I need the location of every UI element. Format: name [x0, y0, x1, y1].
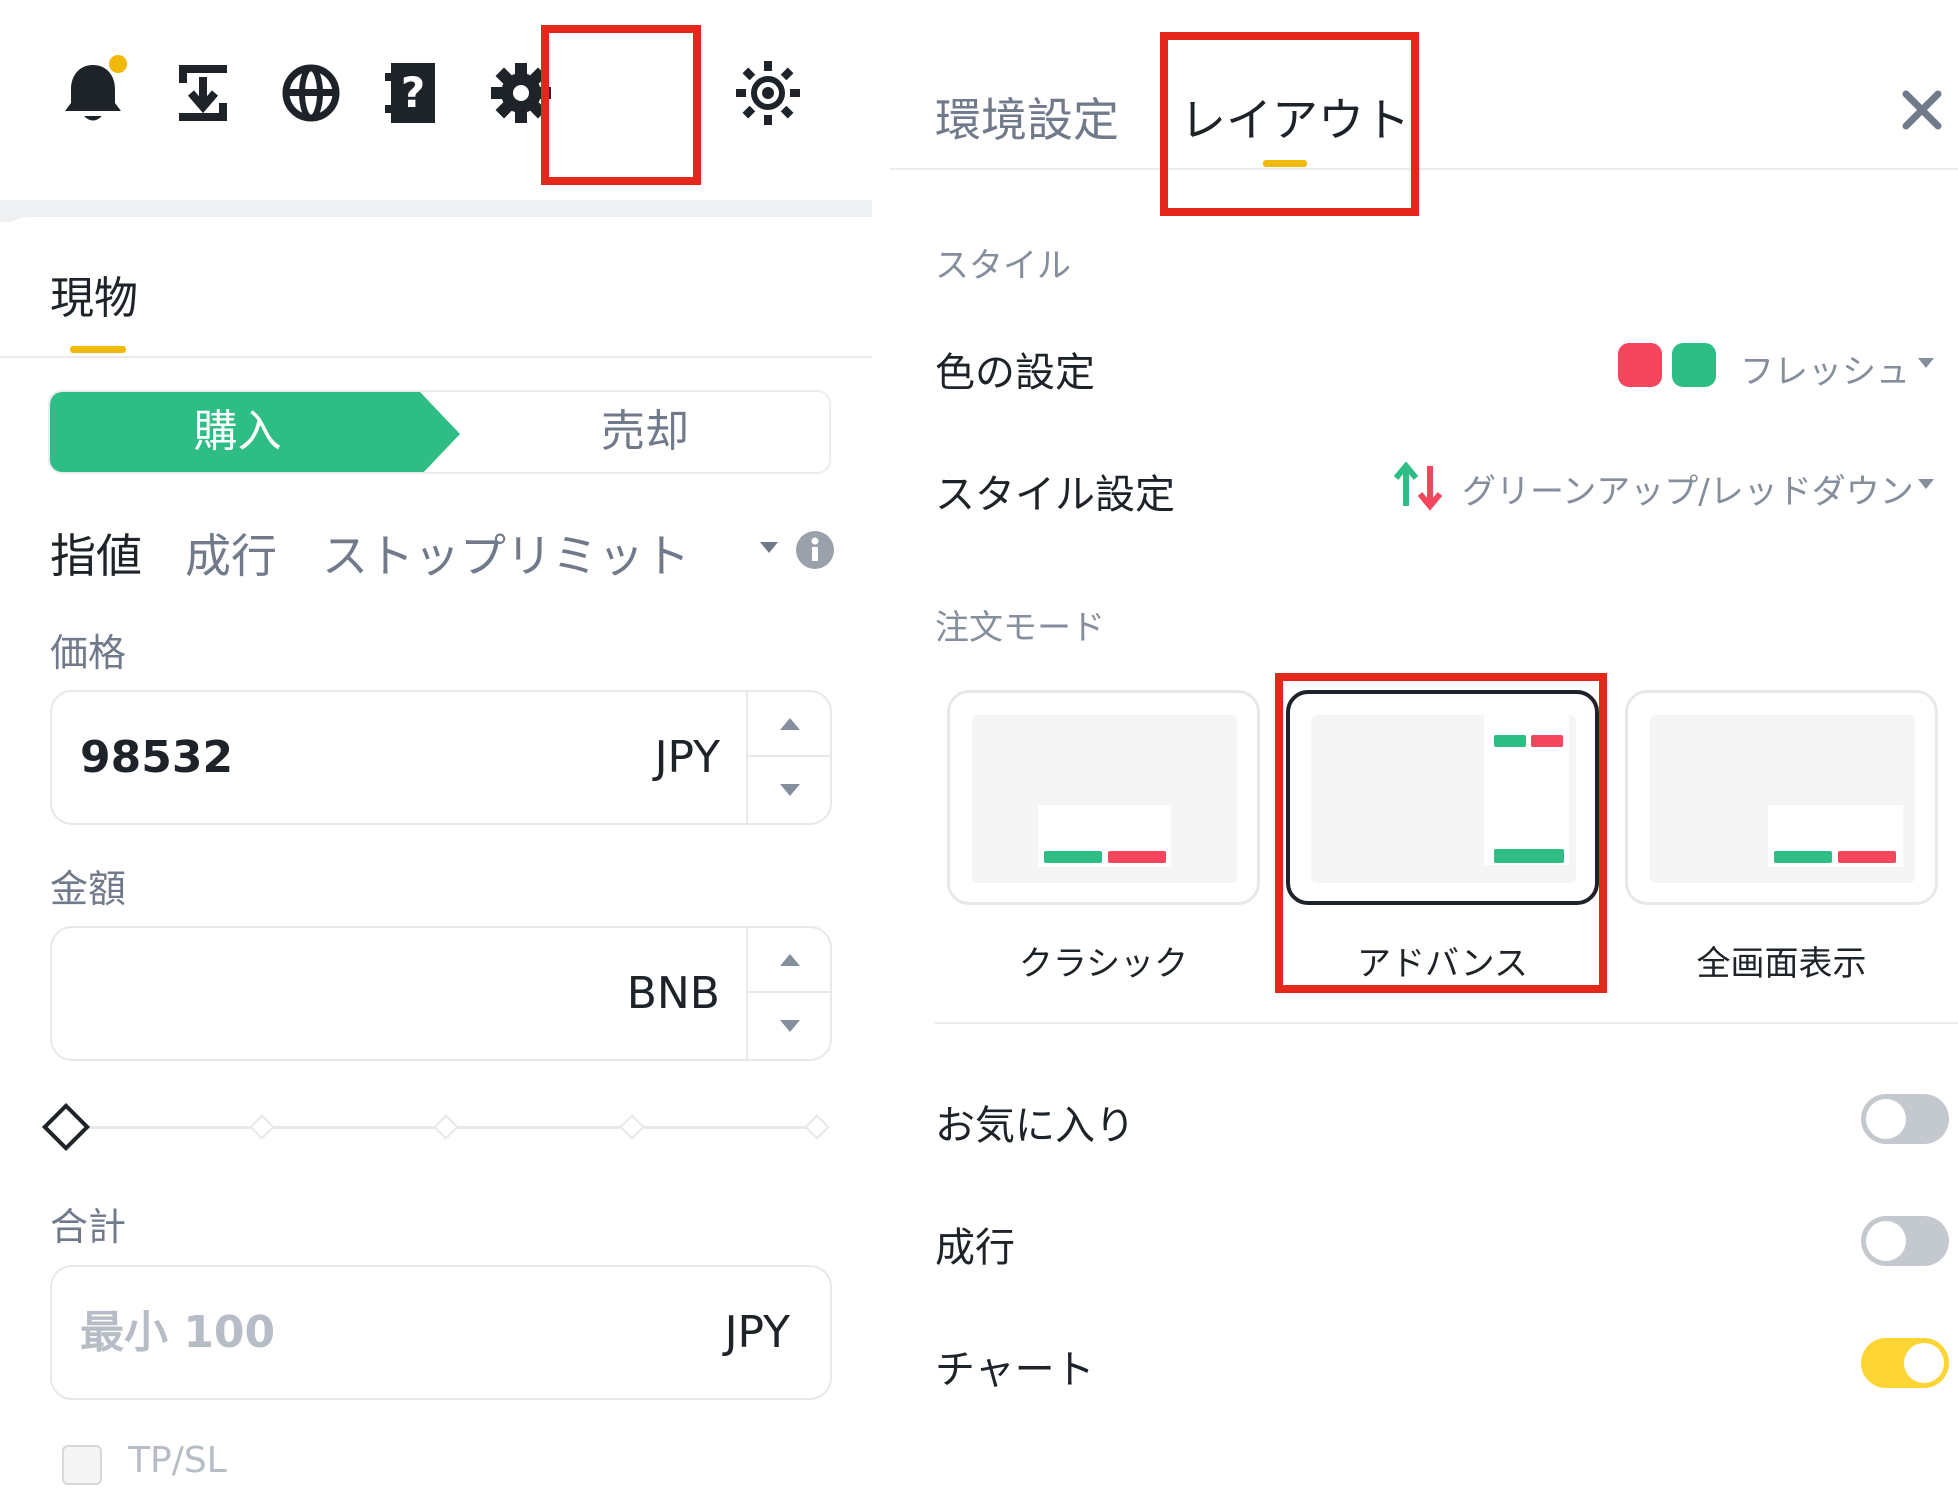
order-mode-section-title: 注文モード [935, 608, 1105, 648]
buy-label: 購入 [193, 406, 282, 457]
amount-stepper [746, 928, 830, 1059]
divider [890, 168, 1958, 170]
price-stepper [746, 692, 830, 823]
green-up-red-down-icon [1390, 460, 1446, 512]
color-swatch-red [1618, 343, 1662, 387]
order-mode-fullscreen[interactable] [1625, 690, 1938, 905]
preview-sell-bar [1108, 851, 1166, 863]
active-tab-indicator [70, 346, 126, 353]
info-icon[interactable] [795, 530, 835, 570]
price-label: 価格 [50, 631, 127, 675]
price-value: 98532 [80, 732, 234, 783]
highlight-gear [541, 25, 701, 185]
total-input[interactable]: 最小 100 JPY [50, 1265, 832, 1400]
color-setting-value[interactable]: フレッシュ [1740, 344, 1910, 393]
arrow-down-icon [780, 784, 800, 796]
tab-environment[interactable]: 環境設定 [935, 84, 1119, 150]
tpsl-checkbox[interactable] [62, 1445, 102, 1485]
theme-icon[interactable] [730, 55, 806, 131]
favorites-toggle[interactable] [1861, 1094, 1949, 1144]
amount-input[interactable]: BNB [50, 926, 832, 1061]
style-setting-label: スタイル設定 [935, 472, 1175, 518]
toggle-knob [1866, 1221, 1906, 1261]
buy-sell-switch: 購入 売却 [48, 390, 831, 474]
top-toolbar: ? [0, 0, 872, 200]
preview-buy-bar [1774, 851, 1832, 863]
amount-unit: BNB [626, 968, 720, 1019]
tab-market[interactable]: 成行 [185, 520, 277, 586]
order-mode-classic-label: クラシック [1018, 944, 1189, 984]
amount-label: 金額 [50, 867, 127, 911]
style-section-title: スタイル [935, 246, 1071, 286]
amount-increment-button[interactable] [748, 928, 830, 993]
favorites-label: お気に入り [935, 1103, 1135, 1149]
arrow-up-icon [780, 718, 800, 730]
arrow-up-icon [780, 954, 800, 966]
order-type-tabs: 指値 成行 ストップリミット [50, 520, 830, 590]
preview-sell-bar [1838, 851, 1896, 863]
market-label: 成行 [935, 1225, 1015, 1271]
chevron-down-icon[interactable] [1918, 358, 1934, 368]
chevron-down-icon[interactable] [1918, 479, 1934, 489]
notification-dot [109, 55, 127, 73]
sell-button[interactable]: 売却 [460, 392, 829, 472]
total-placeholder: 最小 100 [80, 1307, 276, 1358]
tab-limit[interactable]: 指値 [50, 520, 142, 586]
market-toggle[interactable] [1861, 1216, 1949, 1266]
highlight-layout-tab [1160, 32, 1419, 216]
svg-text:?: ? [401, 68, 425, 117]
total-label: 合計 [50, 1205, 127, 1249]
toggle-knob [1866, 1099, 1906, 1139]
order-mode-fullscreen-label: 全画面表示 [1696, 944, 1867, 984]
price-unit: JPY [654, 732, 720, 783]
chart-label: チャート [935, 1347, 1095, 1393]
divider [935, 1022, 1958, 1024]
layout-preview [1650, 715, 1915, 883]
trade-panel: ? 現物 購入 売却 指値 成行 ストップリミット 価格 98532 JPY 金… [0, 0, 872, 1500]
order-mode-classic[interactable] [947, 690, 1260, 905]
amount-decrement-button[interactable] [748, 994, 830, 1059]
buy-button[interactable]: 購入 [50, 392, 460, 472]
download-icon[interactable] [165, 55, 241, 131]
close-icon[interactable] [1900, 88, 1944, 132]
help-icon[interactable]: ? [375, 55, 451, 131]
style-setting-value[interactable]: グリーンアップ/レッドダウン [1462, 464, 1914, 513]
color-swatch-green [1672, 343, 1716, 387]
highlight-advanced-mode [1275, 673, 1607, 993]
price-decrement-button[interactable] [748, 758, 830, 823]
price-input[interactable]: 98532 JPY [50, 690, 832, 825]
layout-preview [972, 715, 1237, 883]
globe-icon[interactable] [273, 55, 349, 131]
color-setting-label: 色の設定 [935, 350, 1095, 396]
toggle-knob [1904, 1343, 1944, 1383]
preview-buy-bar [1044, 851, 1102, 863]
chevron-down-icon[interactable] [760, 542, 778, 553]
tab-stop-limit[interactable]: ストップリミット [322, 520, 690, 586]
divider [0, 356, 872, 358]
tab-spot[interactable]: 現物 [50, 262, 138, 326]
tpsl-label: TP/SL [128, 1440, 227, 1481]
price-increment-button[interactable] [748, 692, 830, 757]
chart-toggle[interactable] [1861, 1338, 1949, 1388]
arrow-down-icon [780, 1020, 800, 1032]
bell-icon[interactable] [55, 55, 131, 131]
total-unit: JPY [724, 1307, 790, 1358]
